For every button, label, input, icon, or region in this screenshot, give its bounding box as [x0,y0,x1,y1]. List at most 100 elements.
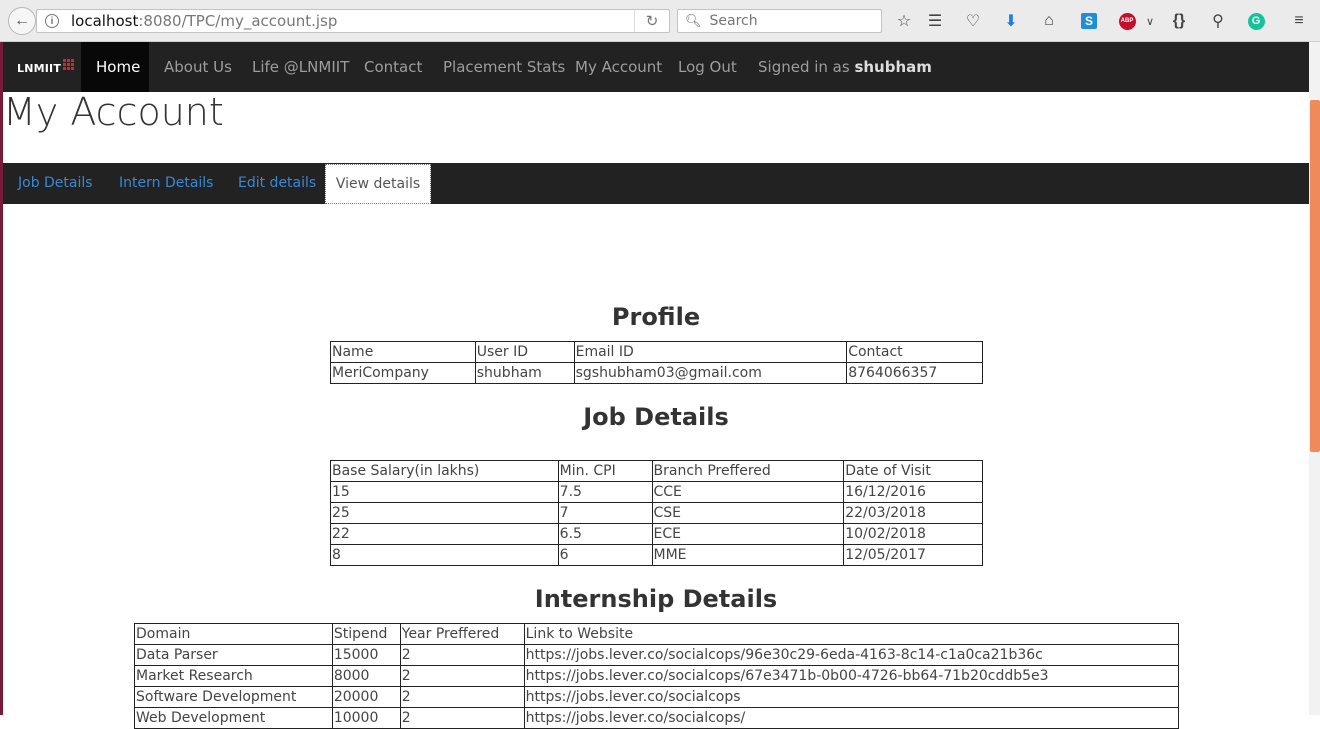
table-cell: 25 [330,502,559,524]
nav-about-us[interactable]: About Us [164,42,232,92]
column-header: Date of Visit [843,460,983,482]
lnmiit-logo[interactable]: LNMIIT [17,58,75,78]
page-left-border [0,42,3,715]
table-header-row: Base Salary(in lakhs) Min. CPI Branch Pr… [330,460,983,482]
column-header: Base Salary(in lakhs) [330,460,559,482]
table-cell: 7 [557,502,653,524]
signed-in-status: Signed in as shubham [758,58,932,76]
table-cell: 8 [330,544,559,566]
page-scrollbar[interactable] [1309,42,1320,715]
table-cell: 2 [399,707,525,729]
column-header: Name [330,341,476,363]
table-cell: https://jobs.lever.co/socialcops/96e30c2… [523,644,1180,666]
internship-details-heading: Internship Details [534,585,778,613]
table-cell: 12/05/2017 [843,544,983,566]
extension-s-icon[interactable]: S [1078,10,1100,32]
magnifier-extension-icon[interactable]: ⚲ [1207,10,1229,32]
table-cell: 2 [399,644,525,666]
table-cell: 15000 [331,644,401,666]
table-cell: https://jobs.lever.co/socialcops [523,686,1180,708]
table-cell: 8764066357 [846,362,983,384]
column-header: Year Preffered [399,623,525,645]
column-header: Contact [846,341,983,363]
pocket-icon[interactable]: ♡ [962,10,984,32]
column-header: Email ID [573,341,848,363]
table-cell: sgshubham03@gmail.com [573,362,848,384]
json-braces-icon[interactable]: {} [1168,10,1190,32]
download-icon[interactable]: ⬇ [1000,10,1022,32]
search-icon: 🔍︎ [685,13,702,28]
table-cell: 2 [399,665,525,687]
table-row: Market Research 8000 2 https://jobs.leve… [134,665,1180,687]
browser-search-bar[interactable]: 🔍︎ [677,9,882,33]
table-cell: Web Development [134,707,333,729]
tab-view-details[interactable]: View details [325,164,431,204]
site-navbar: LNMIIT Home About Us Life @LNMIIT Contac… [3,42,1309,92]
account-tabs: Job Details Intern Details Edit details … [3,163,1309,204]
table-row: Software Development 20000 2 https://job… [134,686,1180,708]
chevron-down-icon[interactable]: ∨ [1139,10,1161,32]
nav-contact[interactable]: Contact [364,42,422,92]
page-title: My Account [3,90,224,134]
table-row: 22 6.5 ECE 10/02/2018 [330,523,983,545]
table-cell: https://jobs.lever.co/socialcops/67e3471… [523,665,1180,687]
table-cell: 6 [557,544,653,566]
tab-intern-details[interactable]: Intern Details [119,163,213,204]
nav-log-out[interactable]: Log Out [678,42,737,92]
job-details-heading: Job Details [583,403,729,431]
table-cell: 2 [399,686,525,708]
bookmark-star-icon[interactable]: ☆ [893,10,915,32]
column-header: Link to Website [523,623,1180,645]
tab-job-details[interactable]: Job Details [18,163,93,204]
column-header: Domain [134,623,333,645]
table-cell: Market Research [134,665,333,687]
nav-my-account[interactable]: My Account [575,42,662,92]
reload-icon[interactable]: ↻ [634,10,669,32]
menu-hamburger-icon[interactable]: ≡ [1288,10,1310,32]
grammarly-icon[interactable]: G [1245,10,1267,32]
url-text[interactable]: localhost:8080/TPC/my_account.jsp [71,12,337,30]
nav-life-lnmiit[interactable]: Life @LNMIIT [252,42,349,92]
home-icon[interactable]: ⌂ [1038,10,1060,32]
table-row: Data Parser 15000 2 https://jobs.lever.c… [134,644,1180,666]
scrollbar-thumb[interactable] [1310,100,1320,452]
profile-heading: Profile [611,303,701,331]
table-cell: 15 [330,481,559,503]
browser-toolbar: ← i localhost:8080/TPC/my_account.jsp ↻ … [0,0,1320,42]
table-cell: 10/02/2018 [843,523,983,545]
nav-home[interactable]: Home [81,42,149,92]
column-header: Min. CPI [557,460,653,482]
table-cell: MeriCompany [330,362,476,384]
adblock-icon[interactable]: ABP [1116,10,1138,32]
table-row: 25 7 CSE 22/03/2018 [330,502,983,524]
table-cell: https://jobs.lever.co/socialcops/ [523,707,1180,729]
table-row: 15 7.5 CCE 16/12/2016 [330,481,983,503]
table-cell: 20000 [331,686,401,708]
column-header: User ID [474,341,575,363]
signed-in-username: shubham [854,58,932,76]
table-cell: Software Development [134,686,333,708]
table-header-row: Domain Stipend Year Preffered Link to We… [134,623,1180,645]
job-details-table: Base Salary(in lakhs) Min. CPI Branch Pr… [330,460,983,566]
browser-search-input[interactable] [707,12,872,30]
internship-details-table: Domain Stipend Year Preffered Link to We… [134,623,1180,729]
table-cell: Data Parser [134,644,333,666]
table-row: MeriCompany shubham sgshubham03@gmail.co… [330,362,983,384]
table-cell: 22 [330,523,559,545]
nav-placement-stats[interactable]: Placement Stats [443,42,565,92]
logo-mark-icon [63,58,75,70]
info-icon[interactable]: i [45,14,59,28]
table-cell: shubham [474,362,575,384]
table-cell: 8000 [331,665,401,687]
table-cell: CSE [651,502,845,524]
back-arrow-icon[interactable]: ← [8,7,36,35]
table-cell: 22/03/2018 [843,502,983,524]
address-bar[interactable]: i localhost:8080/TPC/my_account.jsp ↻ [36,9,670,33]
profile-table: Name User ID Email ID Contact MeriCompan… [330,341,983,384]
reading-list-icon[interactable]: ☰ [924,10,946,32]
table-cell: MME [651,544,845,566]
tab-edit-details[interactable]: Edit details [238,163,316,204]
table-cell: CCE [651,481,845,503]
table-cell: 10000 [331,707,401,729]
table-cell: ECE [651,523,845,545]
